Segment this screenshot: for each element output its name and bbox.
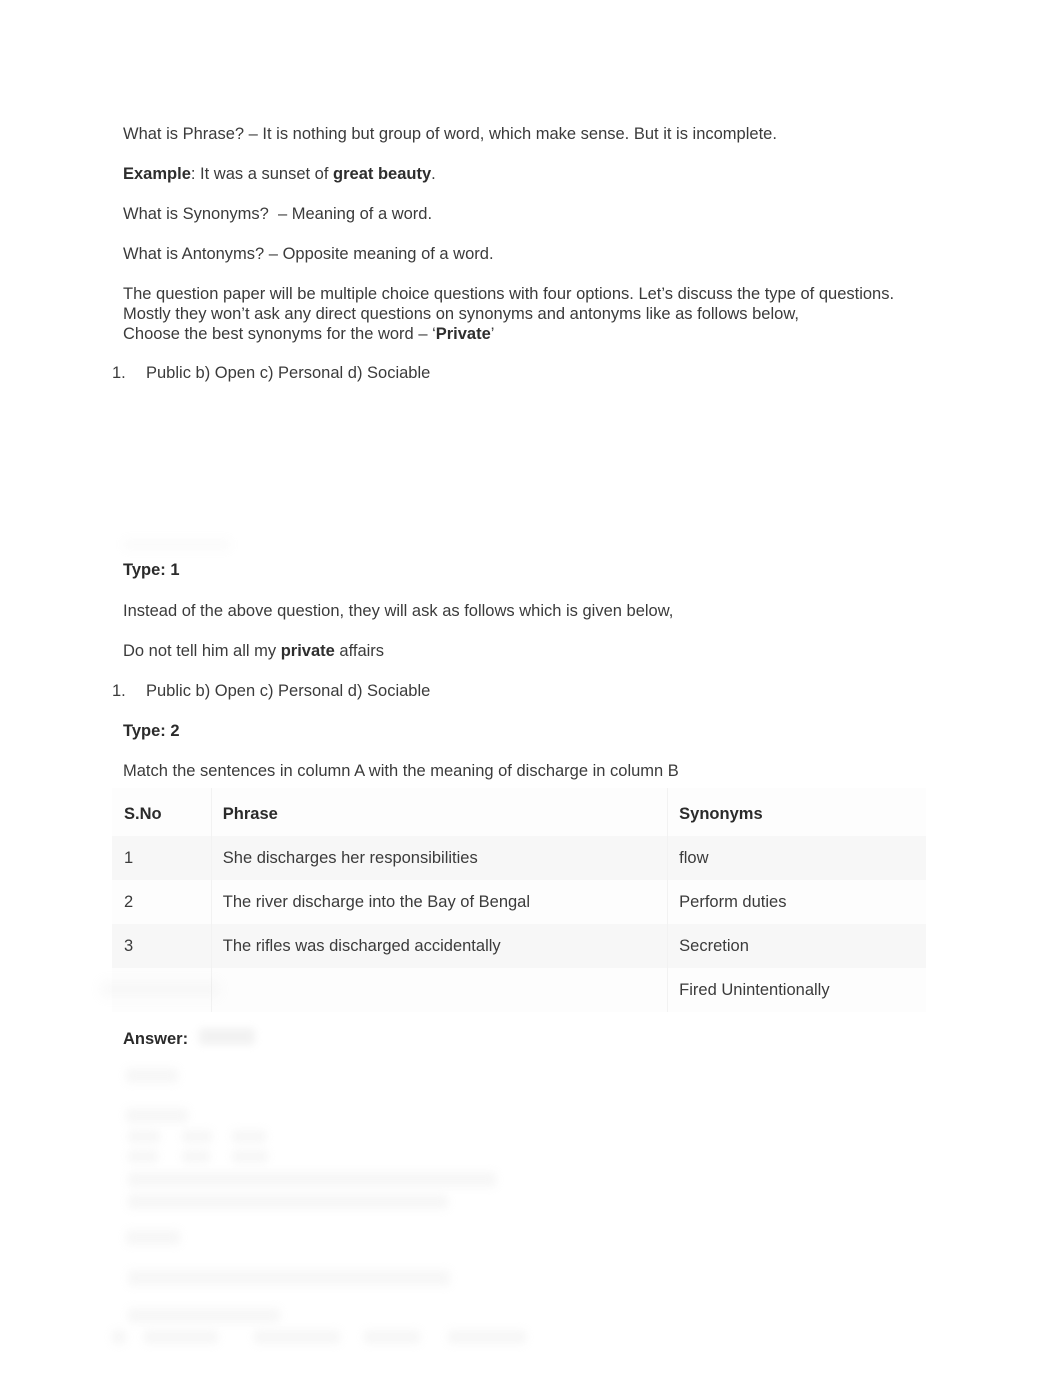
- redacted-block: [128, 1308, 280, 1323]
- table-header-sno: S.No: [112, 788, 211, 836]
- table-row: Fired Unintentionally: [112, 968, 926, 1012]
- type-1-sentence-post: affairs: [334, 642, 385, 660]
- redacted-block: [112, 1330, 126, 1344]
- cell-sno: 2: [112, 880, 211, 924]
- type-1-instruction: Instead of the above question, they will…: [123, 602, 674, 620]
- synonyms-definition-paragraph: What is Synonyms? – Meaning of a word.: [123, 205, 433, 223]
- list-item: 1. Public b) Open c) Personal d) Sociable: [112, 681, 430, 701]
- redacted-block: [182, 1150, 210, 1163]
- redacted-block: [232, 1150, 268, 1163]
- type-2-instruction: Match the sentences in column A with the…: [123, 762, 679, 780]
- table-row: 1 She discharges her responsibilities fl…: [112, 836, 926, 880]
- type-1-sentence-pre: Do not tell him all my: [123, 642, 281, 660]
- example-label: Example: [123, 165, 191, 183]
- answer-label: Answer:: [123, 1030, 189, 1048]
- cell-phrase: The rifles was discharged accidentally: [210, 924, 668, 968]
- document-page: What is Phrase? – It is nothing but grou…: [0, 0, 1062, 1377]
- cell-phrase: She discharges her responsibilities: [210, 836, 668, 880]
- redacted-answer-value: [199, 1028, 255, 1045]
- type-1-sentence-bold: private: [280, 642, 335, 660]
- list-text: Public b) Open c) Personal d) Sociable: [146, 682, 431, 700]
- redacted-table-remnant-left: [100, 980, 220, 998]
- antonyms-definition-paragraph: What is Antonyms? – Opposite meaning of …: [123, 245, 494, 263]
- redacted-block: [144, 1330, 218, 1344]
- example-end: .: [431, 165, 436, 183]
- redacted-block: [126, 1108, 188, 1123]
- redacted-block: [126, 1068, 178, 1083]
- cell-phrase: The river discharge into the Bay of Beng…: [210, 880, 668, 924]
- intro-line-1: The question paper will be multiple choi…: [123, 285, 895, 303]
- cell-sno: 1: [112, 836, 211, 880]
- redacted-block: [232, 1130, 266, 1143]
- cell-phrase: [210, 968, 668, 1012]
- cell-synonym: Perform duties: [667, 880, 926, 924]
- table-header-synonyms: Synonyms: [667, 788, 926, 836]
- redacted-block: [128, 1194, 448, 1209]
- redacted-block: [182, 1130, 212, 1143]
- type-1-heading: Type: 1: [123, 561, 180, 579]
- table-row: 2 The river discharge into the Bay of Be…: [112, 880, 926, 924]
- table-body: 1 She discharges her responsibilities fl…: [112, 836, 926, 1012]
- example-paragraph: Example: It was a sunset of great beauty…: [123, 164, 943, 184]
- table-header-phrase: Phrase: [210, 788, 668, 836]
- redacted-block: [364, 1330, 420, 1344]
- example-bold-text: great beauty: [333, 165, 432, 183]
- list-item: 1. Public b) Open c) Personal d) Sociable: [112, 363, 430, 383]
- cell-sno: 3: [112, 924, 211, 968]
- table-row: 3 The rifles was discharged accidentally…: [112, 924, 926, 968]
- cell-synonym: Secretion: [667, 924, 926, 968]
- phrase-definition-paragraph: What is Phrase? – It is nothing but grou…: [123, 125, 777, 143]
- redacted-block: [448, 1330, 526, 1344]
- redacted-block: [128, 1130, 160, 1143]
- table-head: S.No Phrase Synonyms: [112, 788, 926, 836]
- intro-line-3-bold: Private: [435, 325, 491, 343]
- redacted-block: [126, 1230, 180, 1245]
- table-header-row: S.No Phrase Synonyms: [112, 788, 926, 836]
- list-number: 1.: [112, 364, 126, 382]
- redacted-block: [128, 1150, 158, 1163]
- redacted-block: [128, 1270, 450, 1286]
- intro-line-3: Choose the best synonyms for the word – …: [123, 324, 963, 344]
- example-rest: : It was a sunset of: [190, 165, 334, 183]
- list-number: 1.: [112, 682, 126, 700]
- cell-synonym: flow: [667, 836, 926, 880]
- intro-line-3-post: ’: [490, 325, 495, 343]
- match-column-table: S.No Phrase Synonyms 1 She discharges he…: [112, 788, 926, 1012]
- type-2-heading: Type: 2: [123, 722, 180, 740]
- cell-synonym: Fired Unintentionally: [667, 968, 926, 1012]
- list-text: Public b) Open c) Personal d) Sociable: [146, 364, 431, 382]
- intro-line-3-pre: Choose the best synonyms for the word – …: [123, 325, 436, 343]
- type-1-sentence: Do not tell him all my private affairs: [123, 641, 943, 661]
- redacted-line-above-type1: [123, 540, 231, 549]
- intro-line-2: Mostly they won’t ask any direct questio…: [123, 305, 799, 323]
- redacted-block: [254, 1330, 340, 1344]
- redacted-block: [128, 1172, 496, 1187]
